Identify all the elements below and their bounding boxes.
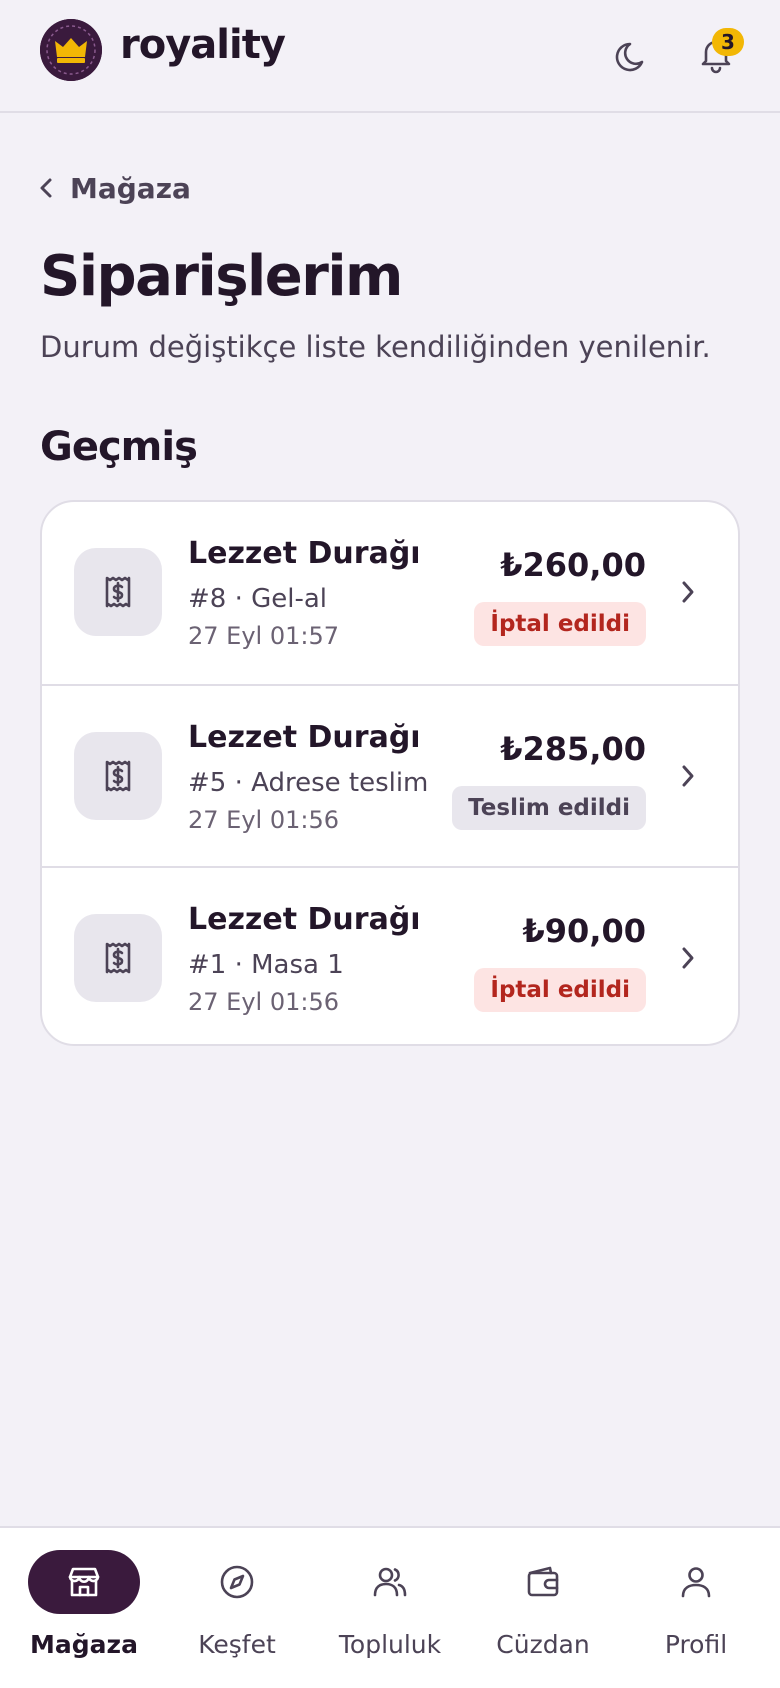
receipt-icon-tile — [74, 914, 162, 1002]
back-link-label: Mağaza — [70, 171, 191, 205]
notification-badge: 3 — [712, 28, 744, 56]
receipt-icon-tile — [74, 732, 162, 820]
order-store-name: Lezzet Durağı — [188, 536, 421, 571]
crown-logo-icon — [40, 19, 102, 81]
nav-item-discover[interactable]: Keşfet — [181, 1550, 321, 1670]
receipt-icon — [105, 760, 131, 792]
chevron-right-icon — [674, 762, 702, 790]
order-amount: ₺285,00 — [500, 730, 646, 768]
user-icon — [676, 1562, 716, 1602]
chevron-left-icon — [40, 178, 52, 198]
page-subtitle: Durum değiştikçe liste kendiliğinden yen… — [40, 330, 711, 364]
back-link[interactable]: Mağaza — [36, 168, 191, 208]
order-store-name: Lezzet Durağı — [188, 902, 421, 937]
wallet-icon — [523, 1562, 563, 1602]
brand-name: royality — [120, 22, 286, 68]
nav-label: Profil — [664, 1630, 728, 1659]
moon-icon[interactable] — [612, 36, 652, 76]
order-row[interactable]: Lezzet Durağı #5 · Adrese teslim 27 Eyl … — [42, 684, 738, 866]
nav-label: Topluluk — [338, 1630, 442, 1659]
order-row[interactable]: Lezzet Durağı #1 · Masa 1 27 Eyl 01:56 ₺… — [42, 866, 738, 1044]
bottom-nav: Mağaza Keşfet Topluluk Cüzdan Profil — [0, 1526, 780, 1688]
store-icon — [64, 1562, 104, 1602]
order-amount: ₺260,00 — [500, 546, 646, 584]
order-date: 27 Eyl 01:57 — [188, 622, 339, 650]
order-store-name: Lezzet Durağı — [188, 720, 421, 755]
status-badge: İptal edildi — [474, 602, 646, 646]
order-amount: ₺90,00 — [522, 912, 646, 950]
receipt-icon — [105, 576, 131, 608]
order-list: Lezzet Durağı #8 · Gel-al 27 Eyl 01:57 ₺… — [40, 500, 740, 1046]
order-date: 27 Eyl 01:56 — [188, 806, 339, 834]
order-date: 27 Eyl 01:56 — [188, 988, 339, 1016]
nav-item-wallet[interactable]: Cüzdan — [487, 1550, 627, 1670]
order-row[interactable]: Lezzet Durağı #8 · Gel-al 27 Eyl 01:57 ₺… — [42, 502, 738, 684]
chevron-right-icon — [674, 578, 702, 606]
nav-label: Mağaza — [30, 1630, 138, 1659]
order-meta: #8 · Gel-al — [188, 584, 328, 614]
nav-item-community[interactable]: Topluluk — [334, 1550, 474, 1670]
status-badge: İptal edildi — [474, 968, 646, 1012]
receipt-icon-tile — [74, 548, 162, 636]
receipt-icon — [105, 942, 131, 974]
page-title: Siparişlerim — [40, 244, 403, 309]
order-meta: #5 · Adrese teslim — [188, 768, 429, 798]
royality-logo[interactable] — [40, 19, 102, 81]
chevron-right-icon — [674, 944, 702, 972]
nav-item-profile[interactable]: Profil — [640, 1550, 780, 1670]
section-heading: Geçmiş — [40, 424, 198, 470]
status-badge: Teslim edildi — [452, 786, 646, 830]
top-bar: royality 3 — [0, 0, 780, 113]
compass-icon — [217, 1562, 257, 1602]
order-meta: #1 · Masa 1 — [188, 950, 344, 980]
nav-item-store[interactable]: Mağaza — [28, 1550, 168, 1670]
nav-label: Keşfet — [198, 1630, 276, 1659]
users-icon — [370, 1562, 410, 1602]
nav-label: Cüzdan — [496, 1630, 590, 1659]
